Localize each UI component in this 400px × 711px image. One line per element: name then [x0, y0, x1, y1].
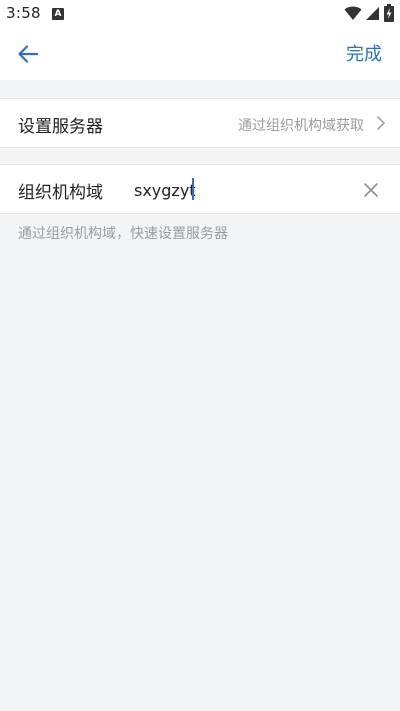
- notification-icon: A: [52, 8, 64, 20]
- server-setting-row[interactable]: 设置服务器 通过组织机构域获取: [0, 98, 400, 148]
- text-caret: [192, 178, 194, 200]
- org-domain-input[interactable]: [134, 179, 334, 201]
- battery-charging-icon: [384, 4, 394, 22]
- org-domain-row: 组织机构域: [0, 164, 400, 214]
- arrow-left-icon: [18, 45, 39, 63]
- back-button[interactable]: [10, 38, 46, 70]
- server-setting-label: 设置服务器: [18, 117, 103, 137]
- org-domain-label: 组织机构域: [18, 183, 103, 203]
- done-button[interactable]: 完成: [346, 40, 382, 66]
- cell-signal-icon: [366, 7, 379, 20]
- chevron-right-icon: [377, 116, 385, 130]
- hint-text: 通过组织机构域，快速设置服务器: [18, 226, 228, 242]
- wifi-icon: [344, 6, 362, 20]
- app-bar: 完成: [0, 28, 400, 80]
- close-icon[interactable]: [362, 181, 380, 199]
- status-time: 3:58: [6, 4, 41, 22]
- status-icons: [344, 4, 394, 22]
- server-setting-value: 通过组织机构域获取: [238, 118, 364, 134]
- notification-badge-letter: A: [54, 9, 62, 19]
- status-bar: 3:58 A: [0, 0, 400, 28]
